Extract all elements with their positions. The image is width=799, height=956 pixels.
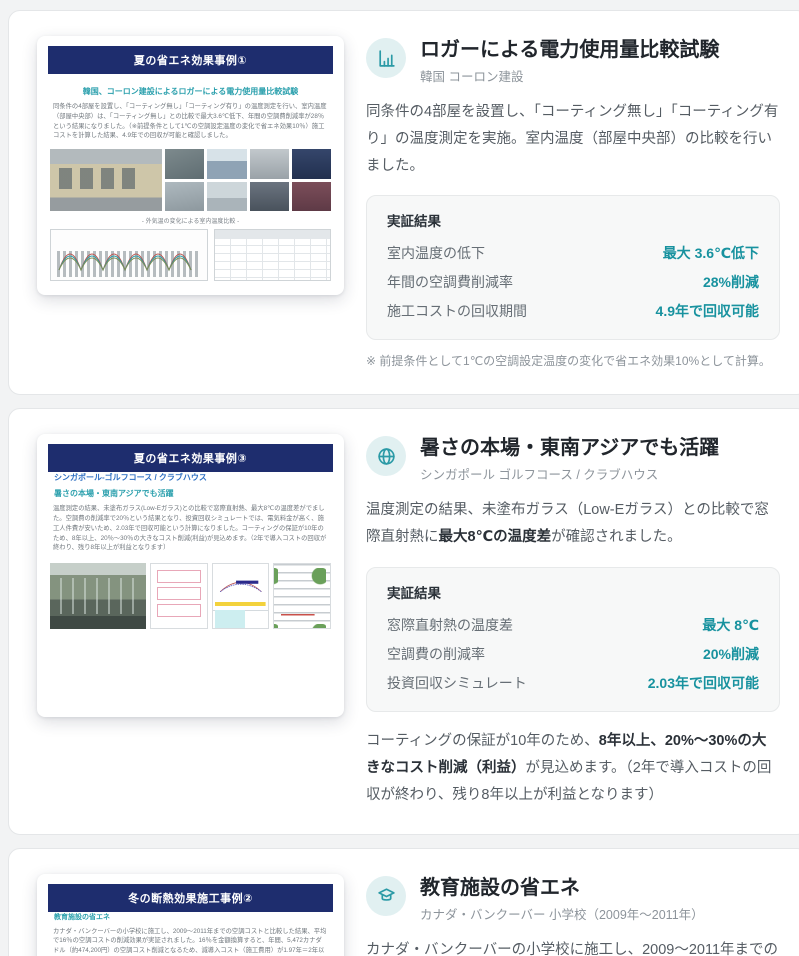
slide-body-text: 同条件の4部屋を設置し、「コーティング無し」「コーティング有り」の温度測定を行い… (53, 103, 327, 140)
card-description: 同条件の4部屋を設置し、「コーティング無し」「コーティング有り」の温度測定を実施… (366, 104, 779, 174)
test-rooms-photo (50, 149, 162, 211)
globe-icon (366, 436, 406, 477)
result-value: 20%削減 (702, 645, 759, 662)
slide-photo (165, 149, 205, 179)
result-label: 施工コストの回収期間 (387, 302, 527, 319)
slide-body-text: 温度測定の結果、未塗布ガラス(Low-Eガラス)との比較で窓際直射熱、最大8℃の… (53, 505, 327, 552)
results-header: 実証結果 (387, 586, 441, 602)
slide-photo (291, 149, 331, 179)
card-note: ※ 前提条件として1℃の空調設定温度の変化で省エネ効果10%として計算。 (366, 354, 771, 369)
results-header: 実証結果 (387, 214, 441, 230)
result-value: 最大 3.6℃低下 (662, 244, 759, 261)
slide-heading-location: シンガポール-ゴルフコース / クラブハウス (54, 473, 207, 483)
slide-photo-grid (165, 149, 331, 211)
slide-photo-row (50, 149, 331, 211)
chart-document (211, 563, 270, 630)
result-label: 年間の空調費削減率 (387, 273, 513, 290)
result-label: 室内温度の低下 (387, 244, 485, 261)
result-value: 最大 8℃ (702, 616, 759, 633)
slide-body-text: カナダ・バンクーバーの小学校に施工し、2009～2011年までの空調コストと比較… (53, 927, 327, 955)
comparison-data-table (214, 229, 331, 281)
slide-heading: 韓国、コーロン建設によるロガーによる電力使用量比較試験 (82, 87, 299, 96)
chart-curves (58, 253, 192, 272)
slide-photo-row (50, 563, 332, 630)
card-subtitle: カナダ・バンクーバー 小学校（2009年～2011年） (420, 907, 704, 922)
slide-photo (249, 181, 289, 211)
card-description: カナダ・バンクーバーの小学校に施工し、2009～2011年までの空調コストと比較… (366, 941, 779, 956)
card-subtitle: 韓国 コーロン建設 (420, 70, 524, 84)
result-label: 空調費の削減率 (387, 645, 485, 662)
result-value: 28%削減 (702, 273, 759, 290)
result-row: 室内温度の低下 最大 3.6℃低下 (387, 238, 759, 267)
result-label: 投資回収シミュレート (387, 674, 527, 691)
result-row: 施工コストの回収期間 4.9年で回収可能 (387, 296, 759, 325)
slide-photo (291, 181, 331, 211)
slide-photo (165, 181, 205, 211)
card-title: 教育施設の省エネ (420, 876, 580, 899)
slide-figure-row (50, 229, 331, 281)
text-document (273, 563, 332, 630)
result-row: 窓際直射熱の温度差 最大 8℃ (387, 610, 759, 639)
result-value: 4.9年で回収可能 (655, 302, 759, 319)
schematic-document (150, 563, 208, 630)
result-row: 投資回収シミュレート 2.03年で回収可能 (387, 668, 759, 697)
slide-thumbnail: 夏の省エネ効果事例① 韓国、コーロン建設によるロガーによる電力使用量比較試験 同… (37, 36, 344, 295)
clubhouse-photo (50, 563, 146, 630)
card-footer: コーティングの保証が10年のため、8年以上、20%～30%の大きなコスト削減（利… (366, 733, 772, 803)
result-row: 年間の空調費削減率 28%削減 (387, 267, 759, 296)
card-header: 暑さの本場・東南アジアでも活躍 シンガポール ゴルフコース / クラブハウス (366, 436, 780, 483)
case-card-southeast-asia: 夏の省エネ効果事例③ シンガポール-ゴルフコース / クラブハウス 暑さの本場・… (8, 408, 799, 835)
card-content: 教育施設の省エネ カナダ・バンクーバー 小学校（2009年～2011年） カナダ… (366, 874, 780, 956)
card-content: ロガーによる電力使用量比較試験 韓国 コーロン建設 同条件の4部屋を設置し、「コ… (366, 36, 780, 369)
card-subtitle: シンガポール ゴルフコース / クラブハウス (420, 468, 659, 483)
doc-chart-curve (219, 580, 262, 593)
card-title: ロガーによる電力使用量比較試験 (420, 39, 720, 61)
results-box: 実証結果 窓際直射熱の温度差 最大 8℃ 空調費の削減率 20%削減 投資回収シ… (366, 567, 780, 713)
slide-photo (207, 181, 247, 211)
card-content: 暑さの本場・東南アジアでも活躍 シンガポール ゴルフコース / クラブハウス 温… (366, 434, 780, 808)
slide-heading: 暑さの本場・東南アジアでも活躍 (54, 489, 174, 499)
slide-banner: 夏の省エネ効果事例① (48, 46, 333, 74)
card-description: 温度測定の結果、未塗布ガラス（Low-Eガラス）との比較で窓際直射熱に最大8℃の… (366, 502, 769, 546)
slide-caption: - 外気温の変化による室内温度比較 - (141, 219, 240, 225)
slide-thumbnail: 冬の断熱効果施工事例② 教育施設の省エネ カナダ・バンクーバーの小学校に施工し、… (37, 873, 344, 956)
case-card-school: 冬の断熱効果施工事例② 教育施設の省エネ カナダ・バンクーバーの小学校に施工し、… (8, 847, 799, 956)
card-header: ロガーによる電力使用量比較試験 韓国 コーロン建設 (366, 38, 780, 85)
slide-photo (207, 149, 247, 179)
results-box: 実証結果 室内温度の低下 最大 3.6℃低下 年間の空調費削減率 28%削減 施… (366, 195, 780, 341)
temperature-line-chart (50, 229, 208, 281)
bar-chart-icon (366, 38, 406, 78)
result-label: 窓際直射熱の温度差 (387, 616, 513, 633)
card-title: 暑さの本場・東南アジアでも活躍 (420, 437, 720, 460)
slide-banner: 夏の省エネ効果事例③ (48, 444, 333, 473)
graduation-cap-icon (366, 875, 406, 916)
result-row: 空調費の削減率 20%削減 (387, 639, 759, 668)
slide-banner: 冬の断熱効果施工事例② (48, 883, 333, 912)
card-header: 教育施設の省エネ カナダ・バンクーバー 小学校（2009年～2011年） (366, 875, 780, 923)
result-value: 2.03年で回収可能 (647, 674, 759, 691)
slide-photo (249, 149, 289, 179)
slide-thumbnail: 夏の省エネ効果事例③ シンガポール-ゴルフコース / クラブハウス 暑さの本場・… (37, 434, 344, 718)
slide-heading: 教育施設の省エネ (54, 913, 110, 921)
case-card-logger-test: 夏の省エネ効果事例① 韓国、コーロン建設によるロガーによる電力使用量比較試験 同… (8, 10, 799, 396)
